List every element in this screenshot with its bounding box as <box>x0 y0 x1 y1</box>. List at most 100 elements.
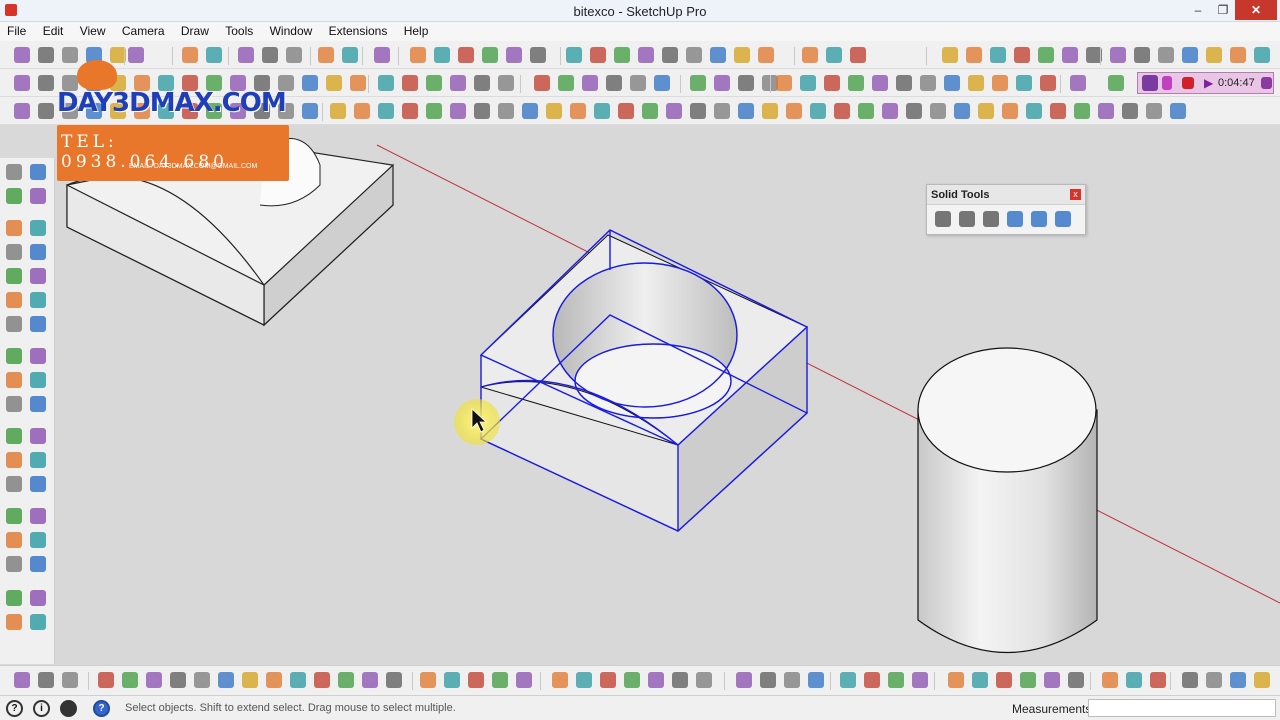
bottom-tool-icon[interactable] <box>552 672 568 688</box>
row3-tool-icon[interactable] <box>834 103 850 119</box>
bottom-tool-icon[interactable] <box>146 672 162 688</box>
row1-tool-icon[interactable] <box>482 47 498 63</box>
bottom-tool-icon[interactable] <box>266 672 282 688</box>
bottom-tool-icon[interactable] <box>672 672 688 688</box>
row2-tool-icon[interactable] <box>992 75 1008 91</box>
stop-icon[interactable] <box>1182 77 1194 89</box>
row2-tool-icon[interactable] <box>1040 75 1056 91</box>
bottom-tool-icon[interactable] <box>194 672 210 688</box>
left-tool-icon[interactable] <box>6 164 22 180</box>
row1-tool-icon[interactable] <box>38 47 54 63</box>
menu-edit[interactable]: Edit <box>36 22 70 38</box>
bottom-tool-icon[interactable] <box>516 672 532 688</box>
row2-tool-icon[interactable] <box>872 75 888 91</box>
left-tool-icon[interactable] <box>30 396 46 412</box>
pause-icon[interactable] <box>1162 76 1172 90</box>
row2-tool-icon[interactable] <box>848 75 864 91</box>
left-tool-icon[interactable] <box>30 164 46 180</box>
row2-tool-icon[interactable] <box>582 75 598 91</box>
row1-tool-icon[interactable] <box>1038 47 1054 63</box>
row1-tool-icon[interactable] <box>1230 47 1246 63</box>
bottom-tool-icon[interactable] <box>696 672 712 688</box>
row3-tool-icon[interactable] <box>690 103 706 119</box>
user-account-icon[interactable] <box>60 700 77 717</box>
solid-tool-icon[interactable] <box>983 211 999 227</box>
row2-tool-icon[interactable] <box>920 75 936 91</box>
left-tool-icon[interactable] <box>6 372 22 388</box>
row3-tool-icon[interactable] <box>38 103 54 119</box>
row3-tool-icon[interactable] <box>522 103 538 119</box>
left-tool-icon[interactable] <box>6 590 22 606</box>
solid-tool-icon[interactable] <box>1007 211 1023 227</box>
solid-tools-close-button[interactable]: x <box>1070 189 1081 200</box>
left-tool-icon[interactable] <box>30 556 46 572</box>
row3-tool-icon[interactable] <box>906 103 922 119</box>
bottom-tool-icon[interactable] <box>62 672 78 688</box>
row1-tool-icon[interactable] <box>318 47 334 63</box>
bottom-tool-icon[interactable] <box>864 672 880 688</box>
row1-tool-icon[interactable] <box>374 47 390 63</box>
left-tool-icon[interactable] <box>6 428 22 444</box>
left-tool-icon[interactable] <box>6 188 22 204</box>
row3-tool-icon[interactable] <box>354 103 370 119</box>
row1-tool-icon[interactable] <box>1134 47 1150 63</box>
left-tool-icon[interactable] <box>6 614 22 630</box>
row2-tool-icon[interactable] <box>426 75 442 91</box>
maximize-button[interactable]: ❐ <box>1211 0 1235 20</box>
row1-tool-icon[interactable] <box>342 47 358 63</box>
row2-tool-icon[interactable] <box>654 75 670 91</box>
row3-tool-icon[interactable] <box>738 103 754 119</box>
bottom-tool-icon[interactable] <box>624 672 640 688</box>
row3-tool-icon[interactable] <box>546 103 562 119</box>
bottom-tool-icon[interactable] <box>98 672 114 688</box>
row1-tool-icon[interactable] <box>434 47 450 63</box>
row1-tool-icon[interactable] <box>966 47 982 63</box>
bottom-tool-icon[interactable] <box>492 672 508 688</box>
row2-tool-icon[interactable] <box>350 75 366 91</box>
bottom-tool-icon[interactable] <box>600 672 616 688</box>
row2-tool-icon[interactable] <box>714 75 730 91</box>
left-tool-icon[interactable] <box>30 292 46 308</box>
bottom-tool-icon[interactable] <box>1206 672 1222 688</box>
row3-tool-icon[interactable] <box>474 103 490 119</box>
row1-tool-icon[interactable] <box>1062 47 1078 63</box>
bottom-tool-icon[interactable] <box>784 672 800 688</box>
bottom-tool-icon[interactable] <box>1020 672 1036 688</box>
row3-tool-icon[interactable] <box>930 103 946 119</box>
row2-tool-icon[interactable] <box>630 75 646 91</box>
bottom-tool-icon[interactable] <box>338 672 354 688</box>
row1-tool-icon[interactable] <box>566 47 582 63</box>
row3-tool-icon[interactable] <box>1050 103 1066 119</box>
row2-tool-icon[interactable] <box>944 75 960 91</box>
row3-tool-icon[interactable] <box>810 103 826 119</box>
left-tool-icon[interactable] <box>6 292 22 308</box>
left-tool-icon[interactable] <box>6 532 22 548</box>
row1-tool-icon[interactable] <box>802 47 818 63</box>
row2-tool-icon[interactable] <box>450 75 466 91</box>
close-button[interactable]: ✕ <box>1235 0 1277 20</box>
menu-tools[interactable]: Tools <box>218 22 259 38</box>
row1-tool-icon[interactable] <box>826 47 842 63</box>
credits-icon[interactable]: i <box>33 700 50 717</box>
bottom-tool-icon[interactable] <box>386 672 402 688</box>
instructor-help-icon[interactable]: ? <box>93 700 110 717</box>
row3-tool-icon[interactable] <box>954 103 970 119</box>
bottom-tool-icon[interactable] <box>122 672 138 688</box>
bottom-tool-icon[interactable] <box>912 672 928 688</box>
bottom-tool-icon[interactable] <box>1044 672 1060 688</box>
row1-tool-icon[interactable] <box>1110 47 1126 63</box>
row3-tool-icon[interactable] <box>618 103 634 119</box>
bottom-tool-icon[interactable] <box>420 672 436 688</box>
menu-file[interactable]: File <box>0 22 32 38</box>
row1-tool-icon[interactable] <box>14 47 30 63</box>
left-tool-icon[interactable] <box>30 372 46 388</box>
left-tool-icon[interactable] <box>30 508 46 524</box>
row1-tool-icon[interactable] <box>410 47 426 63</box>
row2-tool-icon[interactable] <box>690 75 706 91</box>
row2-tool-icon[interactable] <box>1016 75 1032 91</box>
left-tool-icon[interactable] <box>30 188 46 204</box>
bottom-tool-icon[interactable] <box>808 672 824 688</box>
bottom-tool-icon[interactable] <box>1254 672 1270 688</box>
left-tool-icon[interactable] <box>6 508 22 524</box>
row3-tool-icon[interactable] <box>666 103 682 119</box>
